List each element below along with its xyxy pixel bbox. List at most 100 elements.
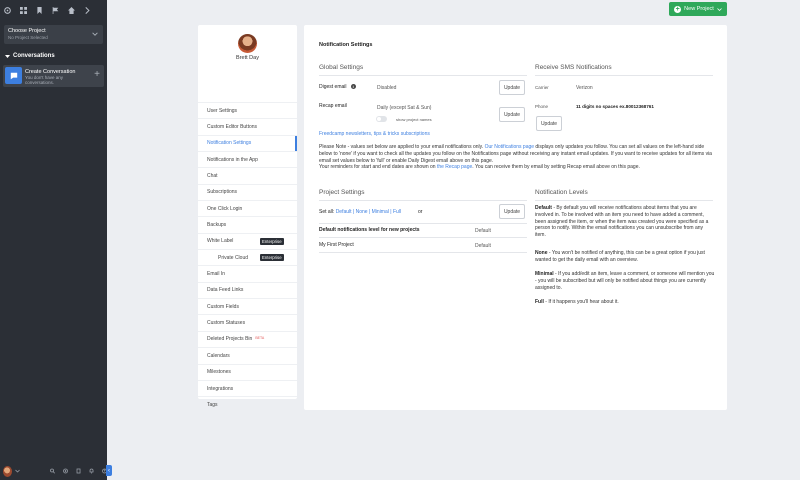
menu-item-notification-settings[interactable]: Notification Settings bbox=[198, 134, 297, 152]
digest-email-label: Digest email i bbox=[319, 84, 356, 90]
sms-update-button[interactable]: Update bbox=[536, 116, 562, 131]
default-level-label: Default notifications level for new proj… bbox=[319, 227, 420, 233]
level-minimal-text: Minimal - If you add/edit an item, leave… bbox=[535, 271, 715, 291]
notifications-page-link[interactable]: Our Notifications page bbox=[485, 144, 534, 150]
apps-icon[interactable] bbox=[4, 6, 11, 14]
project-settings-heading: Project Settings bbox=[319, 189, 365, 196]
phone-value[interactable]: 11 digits no spaces ex.80012368761 bbox=[576, 104, 654, 109]
bookmark-icon[interactable] bbox=[36, 6, 43, 14]
divider bbox=[319, 200, 527, 201]
grid-icon[interactable] bbox=[20, 6, 27, 14]
enterprise-badge: Enterprise bbox=[260, 254, 284, 262]
project-selector[interactable]: Choose Project No Project Selected bbox=[4, 25, 103, 44]
user-name: Brett Day bbox=[236, 55, 259, 61]
divider bbox=[319, 252, 527, 253]
level-none-text: None - You won't be notified of anything… bbox=[535, 250, 705, 263]
divider bbox=[535, 200, 713, 201]
beta-badge: BETA bbox=[255, 335, 265, 340]
home-icon[interactable] bbox=[68, 6, 75, 14]
notification-settings-panel: Notification Settings Global Settings Di… bbox=[304, 25, 727, 410]
project-selector-title: Choose Project bbox=[8, 28, 46, 34]
info-icon[interactable]: i bbox=[350, 84, 356, 89]
caret-down-icon bbox=[5, 54, 10, 58]
digest-email-value[interactable]: Disabled bbox=[377, 85, 396, 91]
enterprise-badge: Enterprise bbox=[260, 237, 284, 245]
settings-menu: Brett Day User Settings Custom Editor Bu… bbox=[198, 25, 297, 408]
set-all-row: Set all: Default | None | Minimal | Full bbox=[319, 209, 401, 215]
create-conversation-text: You don't have any conversations. bbox=[25, 75, 63, 85]
project-selector-subtitle: No Project Selected bbox=[8, 35, 48, 40]
chevron-right-icon[interactable] bbox=[84, 6, 91, 14]
project-level-value[interactable]: Default bbox=[475, 243, 491, 249]
conversations-heading[interactable]: Conversations bbox=[0, 53, 107, 59]
carrier-label: Carrier bbox=[535, 85, 549, 90]
project-name: My First Project bbox=[319, 242, 354, 248]
menu-item-integrations[interactable]: Integrations bbox=[198, 379, 297, 396]
expand-panel-tab[interactable]: ‹ bbox=[106, 465, 112, 476]
sms-heading: Receive SMS Notifications bbox=[535, 64, 612, 71]
menu-item-milestones[interactable]: Milestones bbox=[198, 363, 297, 380]
menu-item-private-cloud[interactable]: Private Cloud Enterprise bbox=[198, 249, 297, 265]
chat-icon bbox=[5, 67, 22, 84]
new-project-button[interactable]: + New Project bbox=[669, 2, 727, 16]
create-conversation-card[interactable]: Create Conversation You don't have any c… bbox=[3, 65, 104, 87]
settings-menu-list: User Settings Custom Editor Buttons Noti… bbox=[198, 102, 297, 413]
set-all-options[interactable]: Default | None | Minimal | Full bbox=[336, 209, 401, 215]
default-level-value[interactable]: Default bbox=[475, 228, 491, 234]
global-settings-heading: Global Settings bbox=[319, 64, 364, 71]
show-project-names-label: show project names bbox=[396, 117, 432, 122]
menu-item-one-click-login[interactable]: One Click Login bbox=[198, 200, 297, 216]
plus-icon: + bbox=[674, 5, 682, 13]
user-avatar bbox=[238, 34, 257, 53]
add-circle-icon[interactable] bbox=[62, 468, 68, 474]
menu-item-subscriptions[interactable]: Subscriptions bbox=[198, 183, 297, 200]
new-project-label: New Project bbox=[684, 6, 714, 12]
show-project-names-toggle[interactable] bbox=[376, 116, 387, 122]
digest-update-button[interactable]: Update bbox=[499, 80, 525, 95]
carrier-value[interactable]: Verizon bbox=[576, 85, 593, 91]
recap-email-value[interactable]: Daily (except Sat & Sun) bbox=[377, 105, 431, 111]
left-sidebar: Choose Project No Project Selected Conve… bbox=[0, 0, 107, 480]
add-conversation-icon[interactable]: + bbox=[94, 70, 100, 80]
menu-item-backups[interactable]: Backups bbox=[198, 216, 297, 232]
search-icon[interactable] bbox=[49, 468, 55, 474]
chevron-down-icon bbox=[717, 7, 722, 11]
level-full-text: Full - If it happens you'll hear about i… bbox=[535, 299, 619, 305]
recap-update-button[interactable]: Update bbox=[499, 107, 525, 122]
or-label: or bbox=[418, 209, 423, 215]
menu-item-notifications-in-app[interactable]: Notifications in the App bbox=[198, 151, 297, 167]
top-nav bbox=[0, 0, 107, 20]
user-avatar-small[interactable] bbox=[3, 465, 13, 477]
recap-page-link[interactable]: the Recap page bbox=[437, 164, 472, 170]
menu-item-chat[interactable]: Chat bbox=[198, 167, 297, 183]
menu-item-custom-fields[interactable]: Custom Fields bbox=[198, 298, 297, 314]
document-icon[interactable] bbox=[76, 468, 81, 474]
menu-item-tags[interactable]: Tags bbox=[198, 396, 297, 412]
conversations-label: Conversations bbox=[13, 53, 55, 59]
menu-item-custom-editor-buttons[interactable]: Custom Editor Buttons bbox=[198, 118, 297, 134]
bottom-bar bbox=[0, 462, 107, 480]
level-default-text: Default - By default you will receive no… bbox=[535, 205, 709, 239]
project-update-button[interactable]: Update bbox=[499, 204, 525, 219]
flag-icon[interactable] bbox=[52, 6, 59, 14]
notification-note: Please Note - values set below are appli… bbox=[319, 144, 712, 171]
notification-levels-heading: Notification Levels bbox=[535, 189, 588, 196]
menu-item-custom-statuses[interactable]: Custom Statuses bbox=[198, 314, 297, 330]
menu-item-deleted-projects-bin[interactable]: Deleted Projects Bin BETA bbox=[198, 330, 297, 347]
chevron-down-icon[interactable] bbox=[15, 468, 21, 474]
divider bbox=[319, 237, 527, 238]
chevron-down-icon bbox=[92, 32, 98, 36]
menu-item-email-in[interactable]: Email In bbox=[198, 265, 297, 281]
menu-item-calendars[interactable]: Calendars bbox=[198, 347, 297, 363]
bell-icon[interactable] bbox=[89, 468, 94, 474]
divider bbox=[319, 75, 527, 76]
menu-item-data-feed-links[interactable]: Data Feed Links bbox=[198, 281, 297, 298]
recap-email-label: Recap email bbox=[319, 103, 347, 109]
divider bbox=[535, 75, 713, 76]
newsletter-link[interactable]: Freedcamp newsletters, tips & tricks sub… bbox=[319, 131, 430, 137]
page-title: Notification Settings bbox=[319, 42, 373, 48]
menu-item-user-settings[interactable]: User Settings bbox=[198, 102, 297, 118]
divider bbox=[319, 223, 527, 224]
phone-label: Phone bbox=[535, 104, 549, 109]
menu-item-white-label[interactable]: White Label Enterprise bbox=[198, 232, 297, 249]
